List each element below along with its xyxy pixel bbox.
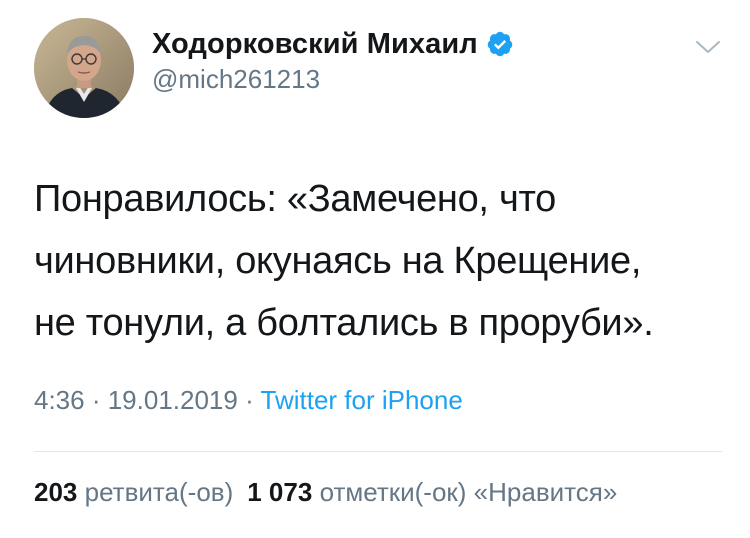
divider bbox=[34, 451, 722, 452]
retweets-label: ретвита(-ов) bbox=[84, 477, 234, 507]
tweet-meta: 4:36 · 19.01.2019 · Twitter for iPhone bbox=[34, 385, 463, 416]
author-name-row[interactable]: Ходорковский Михаил bbox=[152, 26, 514, 62]
retweets-count: 203 bbox=[34, 477, 78, 507]
retweets-stat[interactable]: 203 ретвита(-ов) bbox=[34, 477, 233, 507]
tweet-stats: 203 ретвита(-ов) 1 073 отметки(-ок) «Нрав… bbox=[34, 477, 617, 508]
tweet-card: Ходорковский Михаил @mich261213 Понравил… bbox=[0, 0, 750, 538]
avatar-photo-icon bbox=[34, 18, 134, 118]
likes-stat[interactable]: 1 073 отметки(-ок) «Нравится» bbox=[247, 477, 617, 507]
author-display-name[interactable]: Ходорковский Михаил bbox=[152, 28, 478, 61]
tweet-text: Понравилось: «Замечено, что чиновники, о… bbox=[34, 178, 654, 344]
tweet-time[interactable]: 4:36 bbox=[34, 385, 85, 415]
author-handle[interactable]: @mich261213 bbox=[152, 64, 320, 95]
likes-count: 1 073 bbox=[247, 477, 313, 507]
tweet-date[interactable]: 19.01.2019 bbox=[108, 385, 238, 415]
chevron-down-icon[interactable] bbox=[694, 38, 722, 56]
likes-label: отметки(-ок) «Нравится» bbox=[319, 477, 618, 507]
tweet-source-link[interactable]: Twitter for iPhone bbox=[261, 385, 463, 415]
meta-separator: · bbox=[84, 385, 108, 415]
avatar[interactable] bbox=[34, 18, 134, 118]
meta-separator: · bbox=[237, 385, 261, 415]
verified-badge-icon bbox=[486, 30, 514, 58]
